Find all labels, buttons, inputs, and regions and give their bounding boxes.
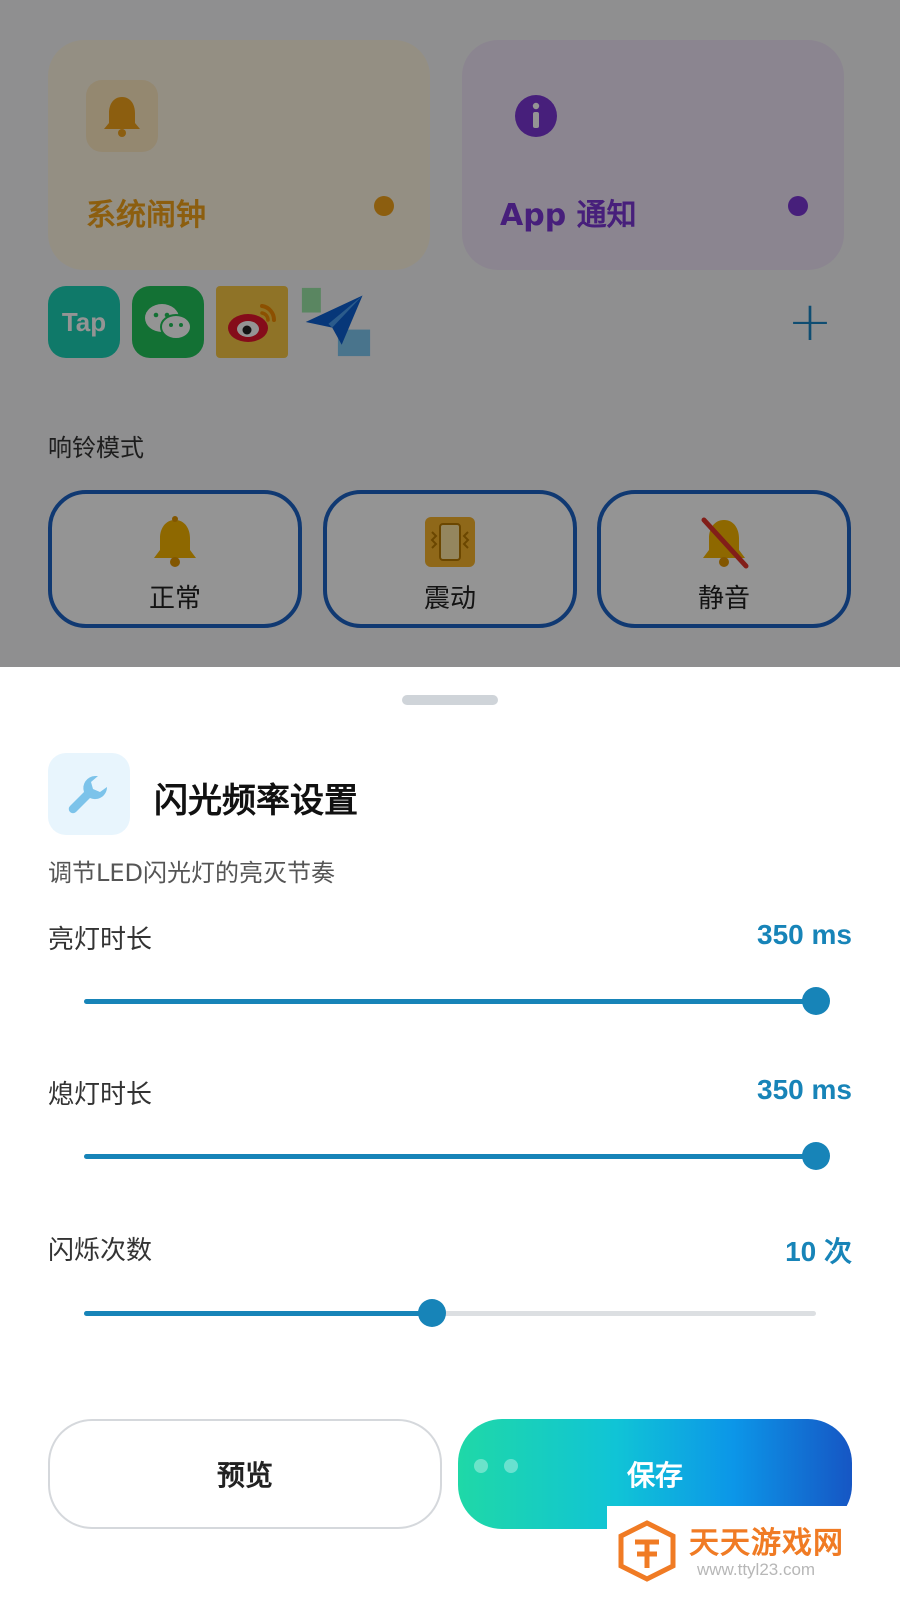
slider-fill: [84, 1311, 432, 1316]
sheet-drag-handle[interactable]: [402, 695, 498, 705]
flash-count-value: 10 次: [785, 1236, 852, 1267]
watermark: 天天游戏网 www.ttyl23.com: [607, 1506, 900, 1600]
slider-fill: [84, 999, 816, 1004]
on-duration-value: 350 ms: [757, 919, 852, 950]
flash-count-slider[interactable]: [84, 1293, 816, 1333]
flash-count-label: 闪烁次数: [48, 1236, 153, 1266]
preview-button[interactable]: 预览: [48, 1419, 442, 1529]
flash-frequency-sheet: 闪光频率设置 调节LED闪光灯的亮灭节奏 亮灯时长 350 ms 熄灯时长 35…: [0, 667, 900, 1600]
modal-scrim[interactable]: [0, 0, 900, 667]
slider-thumb[interactable]: [417, 1299, 446, 1327]
watermark-name: 天天游戏网: [689, 1526, 844, 1561]
slider-thumb[interactable]: [802, 1142, 830, 1170]
off-duration-slider[interactable]: [84, 1136, 830, 1176]
on-duration-slider[interactable]: [84, 981, 830, 1021]
watermark-logo-icon: [617, 1520, 677, 1582]
watermark-url: www.ttyl23.com: [697, 1560, 816, 1579]
off-duration-label: 熄灯时长: [48, 1080, 153, 1110]
sheet-subtitle: 调节LED闪光灯的亮灭节奏: [48, 859, 336, 887]
wrench-icon: [48, 753, 130, 835]
off-duration-value: 350 ms: [757, 1074, 852, 1105]
decorative-dots: [474, 1459, 524, 1475]
slider-thumb[interactable]: [802, 987, 830, 1015]
save-button-label: 保存: [626, 1459, 683, 1492]
on-duration-label: 亮灯时长: [48, 925, 153, 955]
slider-fill: [84, 1154, 816, 1159]
sheet-title: 闪光频率设置: [154, 781, 358, 821]
